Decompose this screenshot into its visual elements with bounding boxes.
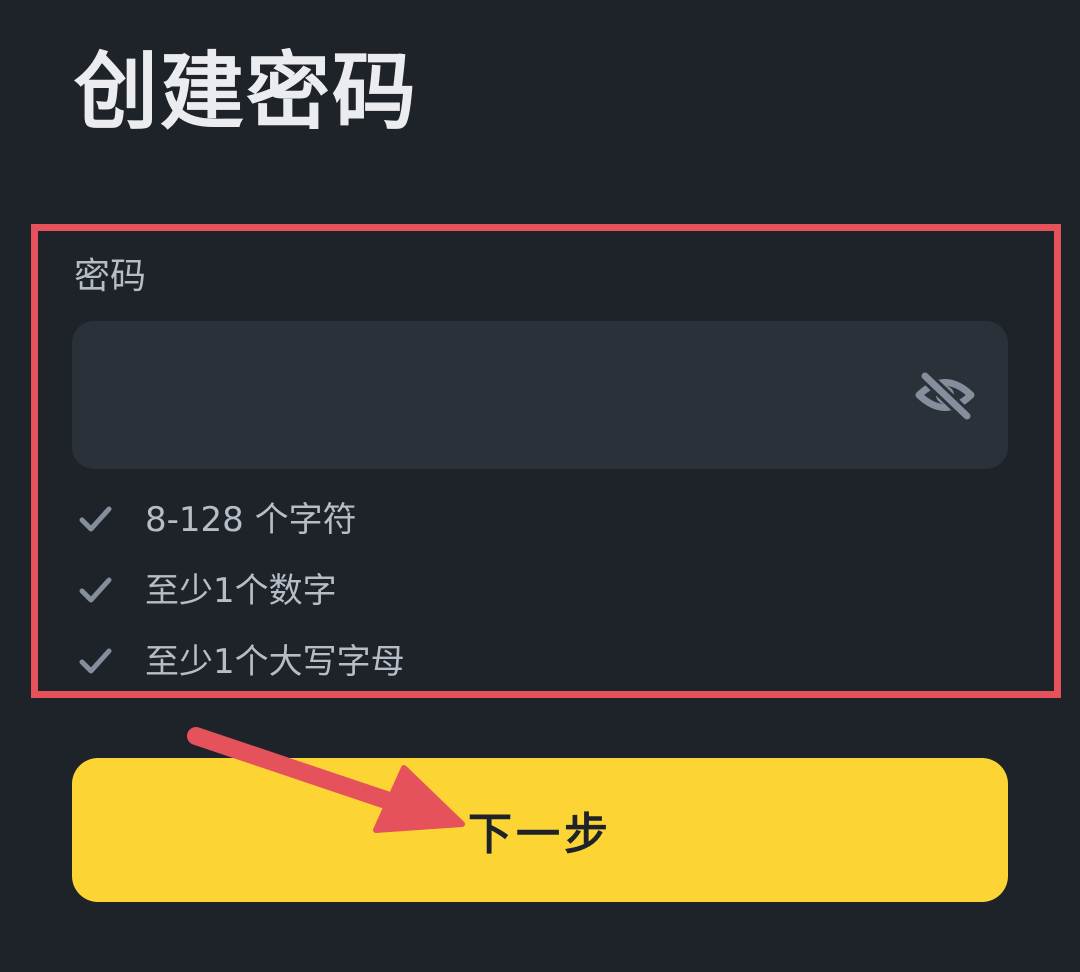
- check-icon: [79, 648, 112, 674]
- requirement-label: 至少1个大写字母: [145, 642, 405, 682]
- check-icon: [79, 577, 112, 603]
- page-title: 创建密码: [74, 43, 419, 141]
- eye-off-icon[interactable]: [913, 368, 977, 423]
- requirement-label: 至少1个数字: [145, 571, 337, 611]
- next-button[interactable]: 下一步: [72, 758, 1008, 902]
- password-label: 密码: [74, 256, 147, 297]
- check-icon: [79, 506, 112, 532]
- requirement-label: 8-128 个字符: [145, 500, 357, 540]
- password-field[interactable]: [72, 321, 1008, 471]
- password-input[interactable]: [102, 321, 906, 471]
